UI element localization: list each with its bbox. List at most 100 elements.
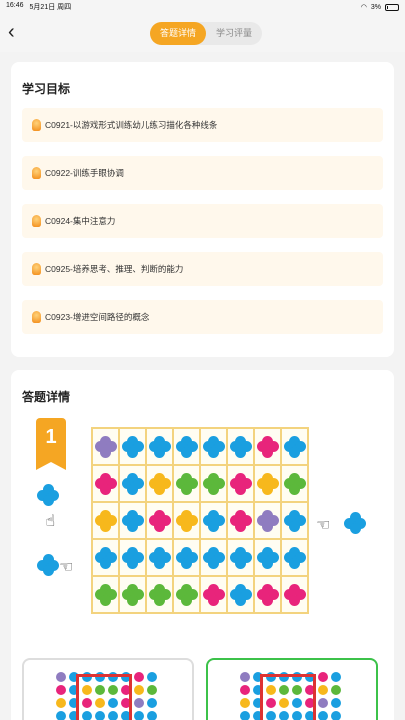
mini-flower <box>316 709 329 720</box>
flower-icon <box>37 554 59 576</box>
grid-cell <box>173 465 200 502</box>
flower-icon <box>283 583 306 606</box>
grid-cell <box>254 428 281 465</box>
flower-icon <box>148 509 171 532</box>
flower-icon <box>202 583 225 606</box>
grid-cell <box>281 428 308 465</box>
grid-cell <box>119 539 146 576</box>
flower-icon <box>229 546 252 569</box>
flower-icon <box>148 435 171 458</box>
flower-icon <box>202 546 225 569</box>
answer-option-thumbnail[interactable] <box>22 658 194 720</box>
flower-icon <box>94 472 117 495</box>
flower-icon <box>175 583 198 606</box>
grid-cell <box>92 465 119 502</box>
grid-cell <box>200 428 227 465</box>
flower-icon <box>121 435 144 458</box>
mini-flower <box>54 696 67 709</box>
goal-text: C0922-训练手眼协调 <box>45 168 124 178</box>
flower-icon <box>256 435 279 458</box>
flower-icon <box>121 583 144 606</box>
learning-goals-card: 学习目标 C0921-以游戏形式训练幼儿练习描化各种线条 C0922-训练手眼协… <box>11 62 394 357</box>
flower-icon <box>94 583 117 606</box>
goal-text: C0923-增进空间路径的概念 <box>45 312 150 322</box>
mini-flower <box>132 709 145 720</box>
grid-cell <box>146 502 173 539</box>
mini-flower <box>238 709 251 720</box>
lightbulb-icon <box>32 311 41 323</box>
grid-cell <box>227 502 254 539</box>
grid-cell <box>200 465 227 502</box>
tab-answer-details[interactable]: 答题详情 <box>150 22 207 45</box>
flower-icon <box>256 472 279 495</box>
flower-icon <box>283 435 306 458</box>
flower-icon <box>229 435 252 458</box>
flower-icon <box>256 583 279 606</box>
flower-icon <box>94 435 117 458</box>
flower-icon <box>37 484 59 506</box>
flower-grid <box>91 427 309 614</box>
flower-icon <box>94 509 117 532</box>
grid-cell <box>173 576 200 613</box>
grid-cell <box>119 465 146 502</box>
battery-label: 3% <box>370 3 381 11</box>
flower-icon <box>175 546 198 569</box>
grid-cell <box>227 465 254 502</box>
pointing-hand-icon: ☜ <box>41 512 59 528</box>
grid-cell <box>173 428 200 465</box>
flower-icon <box>94 546 117 569</box>
mini-flower <box>316 683 329 696</box>
grid-cell <box>146 465 173 502</box>
grid-cell <box>200 502 227 539</box>
mini-flower <box>132 683 145 696</box>
status-date: 5月21日 周四 <box>29 4 72 11</box>
mini-flower <box>238 683 251 696</box>
grid-cell <box>146 428 173 465</box>
mini-flower <box>132 670 145 683</box>
path-highlight <box>76 674 132 720</box>
back-arrow-icon[interactable]: ‹ <box>8 22 28 44</box>
mini-flower <box>316 670 329 683</box>
flower-icon <box>175 509 198 532</box>
mini-flower <box>132 696 145 709</box>
grid-cell <box>92 502 119 539</box>
lightbulb-icon <box>32 215 41 227</box>
pointing-hand-icon: ☜ <box>316 517 331 534</box>
grid-cell <box>254 465 281 502</box>
grid-cell <box>119 428 146 465</box>
answer-details-title: 答题详情 <box>22 390 71 404</box>
grid-cell <box>146 539 173 576</box>
flower-icon <box>202 472 225 495</box>
flower-icon <box>256 509 279 532</box>
answer-details-card: 答题详情 1 ☜ ☜ ☜ <box>11 370 394 720</box>
wifi-icon: ◠ <box>360 4 367 11</box>
grid-cell <box>281 465 308 502</box>
mini-flower <box>238 696 251 709</box>
tab-learning-evaluation[interactable]: 学习评量 <box>206 22 262 45</box>
flower-icon <box>283 509 306 532</box>
goal-item: C0921-以游戏形式训练幼儿练习描化各种线条 <box>22 108 383 142</box>
flower-icon <box>148 583 171 606</box>
grid-cell <box>92 428 119 465</box>
mini-flower <box>54 709 67 720</box>
grid-cell <box>200 539 227 576</box>
flower-icon <box>229 583 252 606</box>
mini-flower <box>145 709 158 720</box>
mini-flower <box>316 696 329 709</box>
flower-icon <box>283 472 306 495</box>
grid-cell <box>92 576 119 613</box>
learning-goals-title: 学习目标 <box>22 82 71 96</box>
goal-item: C0924-集中注意力 <box>22 204 383 238</box>
battery-icon <box>385 3 399 11</box>
grid-cell <box>281 576 308 613</box>
status-bar: 16:46 5月21日 周四 ◠ 3% <box>0 0 405 14</box>
grid-cell <box>227 576 254 613</box>
answer-option-thumbnail-selected[interactable] <box>206 658 378 720</box>
grid-cell <box>227 428 254 465</box>
grid-cell <box>281 502 308 539</box>
goal-text: C0925-培养思考、推理、判断的能力 <box>45 264 184 274</box>
grid-cell <box>227 539 254 576</box>
grid-cell <box>200 576 227 613</box>
mini-flower <box>329 670 342 683</box>
tab-switcher: 答题详情 学习评量 <box>150 22 263 45</box>
